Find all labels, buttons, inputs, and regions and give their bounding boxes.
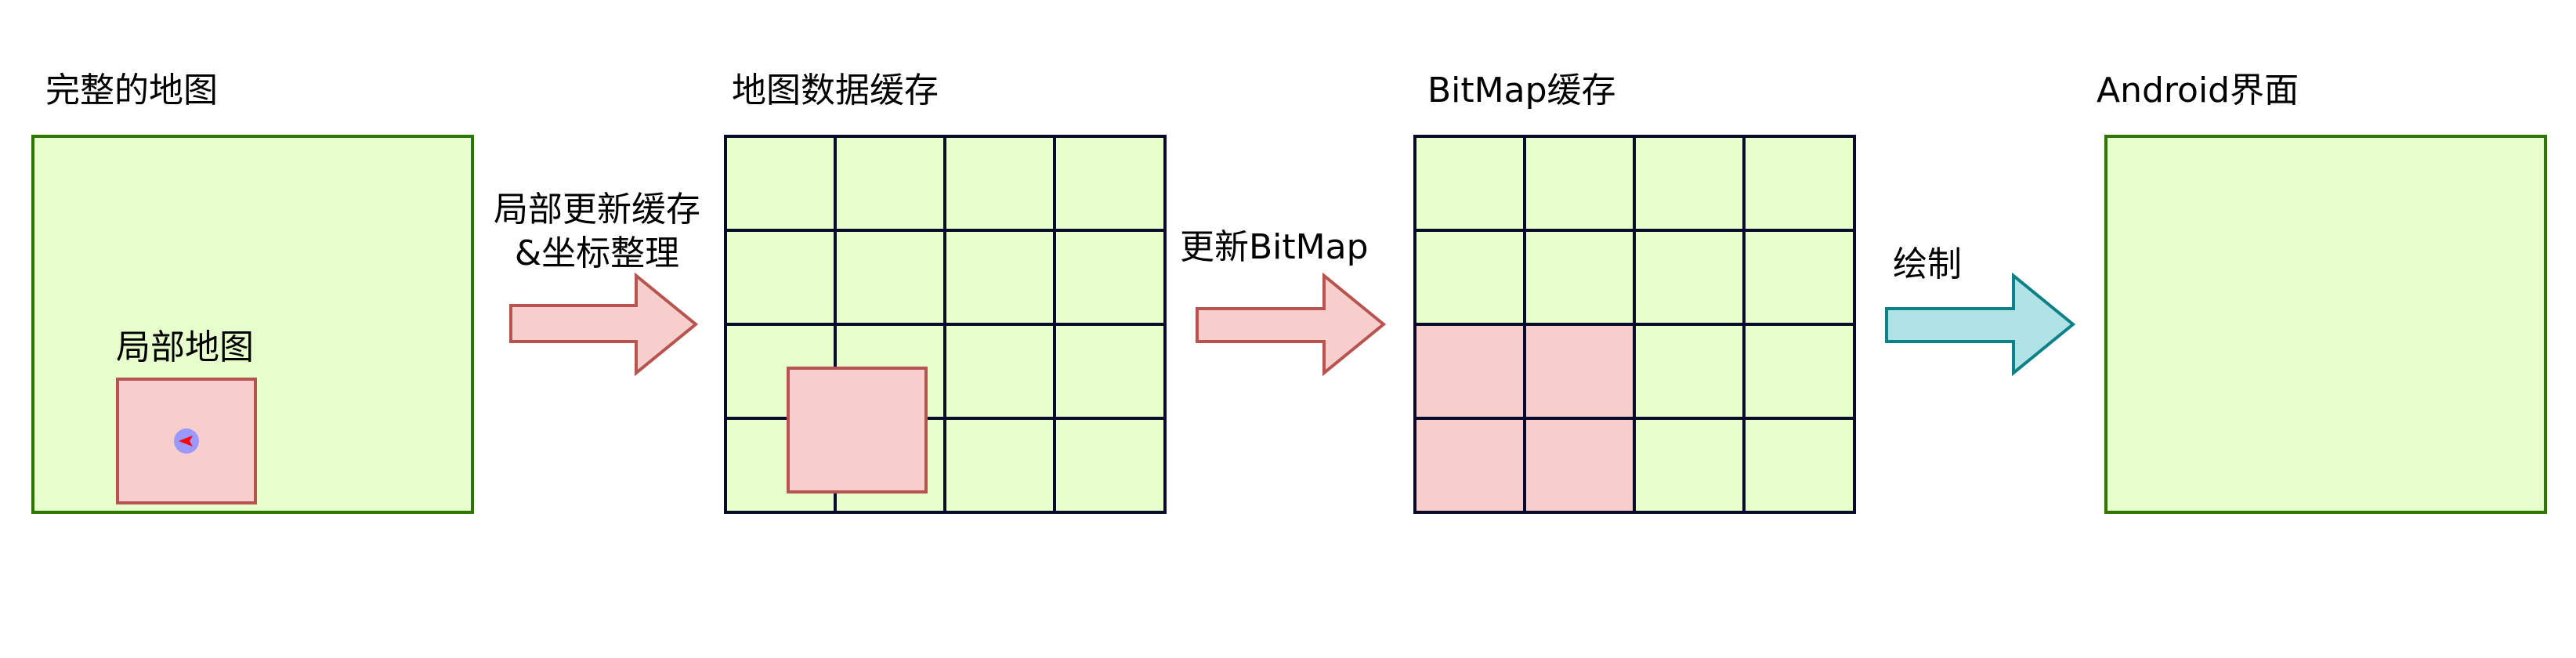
arrow-partial-update-label-line1: 局部更新缓存 [494, 190, 700, 230]
bitmap-cache-grid [1413, 135, 1856, 514]
android-ui-panel [2104, 135, 2547, 514]
arrow-partial-update-label-line2: &坐标整理 [515, 233, 679, 273]
title-full-map: 完整的地图 [45, 70, 218, 110]
location-marker-icon [174, 428, 199, 454]
arrow-partial-update [509, 272, 699, 377]
title-map-data-cache: 地图数据缓存 [732, 70, 939, 110]
cache-local-map-box [787, 367, 928, 494]
title-android-ui: Android界面 [2097, 70, 2299, 110]
title-bitmap-cache: BitMap缓存 [1427, 70, 1616, 110]
arrow-draw-label: 绘制 [1893, 244, 1962, 284]
local-map-label: 局部地图 [116, 327, 254, 367]
arrow-draw [1885, 272, 2076, 377]
arrow-update-bitmap-label: 更新BitMap [1180, 227, 1369, 267]
arrow-update-bitmap [1196, 272, 1387, 377]
